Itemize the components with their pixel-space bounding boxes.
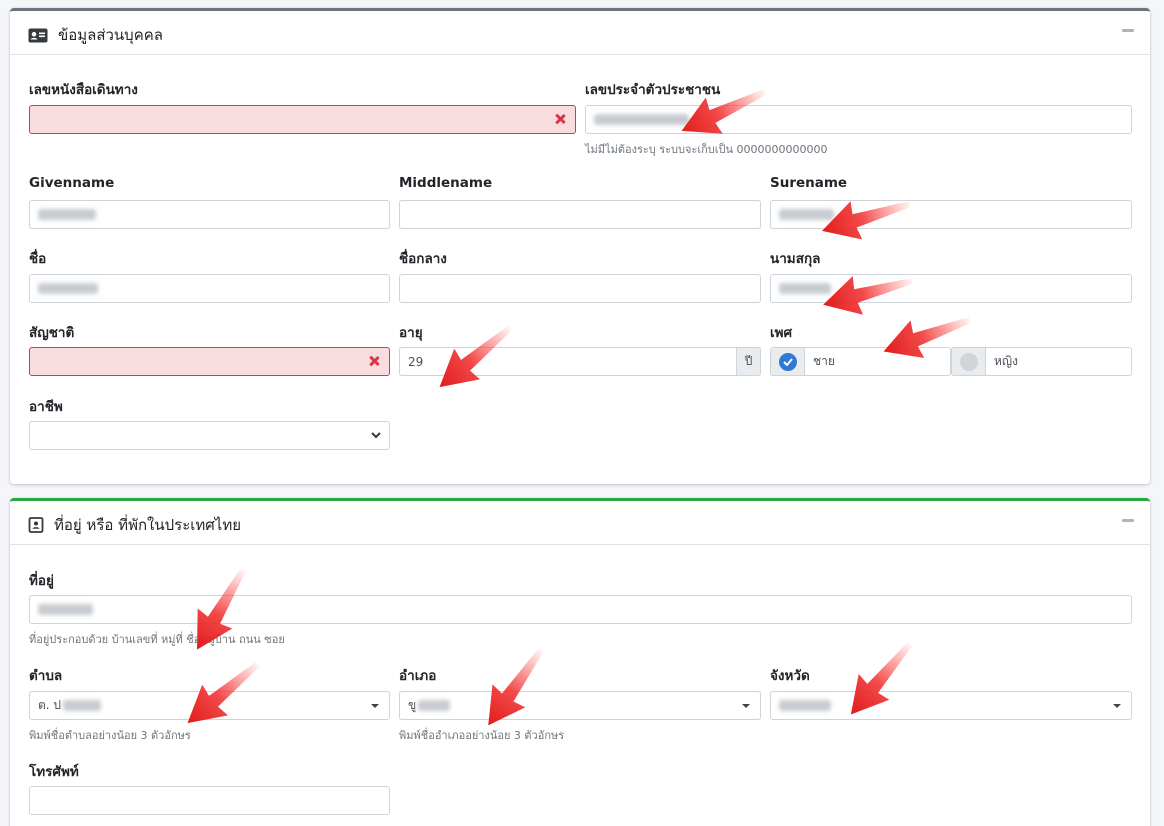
subdistrict-select[interactable]: ต. ป (29, 691, 390, 720)
age-label: อายุ (399, 325, 423, 341)
invalid-x-icon (554, 113, 566, 125)
province-label: จังหวัด (770, 668, 810, 684)
personal-info-title: ข้อมูลส่วนบุคคล (58, 26, 163, 44)
surename-label: Surename (770, 175, 848, 191)
gender-male-radio[interactable] (771, 348, 805, 375)
middlename-label: Middlename (399, 175, 493, 191)
age-unit: ปี (736, 348, 760, 375)
caret-down-icon (1113, 704, 1121, 708)
givenname-label: Givenname (29, 175, 115, 191)
checkmark-icon (778, 352, 797, 371)
gender-female-label: หญิง (994, 354, 1018, 368)
address-title: ที่อยู่ หรือ ที่พักในประเทศไทย (54, 516, 242, 534)
idcard-input[interactable] (585, 105, 1132, 134)
idcard-help: ไม่มีไม่ต้องระบุ ระบบจะเก็บเป็น 00000000… (585, 143, 828, 156)
middlename-th-label: ชื่อกลาง (399, 251, 447, 267)
address-help: ที่อยู่ประกอบด้วย บ้านเลขที่ หมู่ที่ ชื่… (29, 633, 285, 646)
invalid-x-icon (368, 355, 380, 367)
occupation-select[interactable] (29, 421, 390, 450)
gender-label: เพศ (770, 325, 793, 341)
passport-label: เลขหนังสือเดินทาง (29, 82, 138, 98)
phone-input[interactable] (29, 786, 390, 815)
radio-unchecked-icon (959, 352, 978, 371)
id-card-icon (28, 28, 48, 43)
idcard-label: เลขประจำตัวประชาชน (585, 82, 721, 98)
address-input[interactable] (29, 595, 1132, 624)
gender-male-label: ชาย (813, 354, 835, 368)
passport-input[interactable] (29, 105, 576, 134)
caret-down-icon (742, 704, 750, 708)
subdistrict-help: พิมพ์ชื่อตำบลอย่างน้อย 3 ตัวอักษร (29, 729, 191, 742)
nationality-label: สัญชาติ (29, 325, 75, 341)
collapse-personal-button[interactable] (1122, 29, 1134, 32)
gender-female-radio[interactable] (952, 348, 986, 375)
firstname-th-input[interactable] (29, 274, 390, 303)
gender-male-option[interactable]: ชาย (770, 347, 951, 376)
nationality-select[interactable] (29, 347, 390, 376)
province-select[interactable] (770, 691, 1132, 720)
district-select[interactable]: ขู (399, 691, 761, 720)
district-label: อำเภอ (399, 668, 437, 684)
phone-label: โทรศัพท์ (29, 764, 79, 780)
givenname-input[interactable] (29, 200, 390, 229)
personal-info-header: ข้อมูลส่วนบุคคล (10, 11, 1150, 55)
address-card: ที่อยู่ หรือ ที่พักในประเทศไทย (10, 498, 1150, 826)
address-label: ที่อยู่ (29, 573, 54, 589)
collapse-address-button[interactable] (1122, 519, 1134, 522)
address-book-icon (28, 517, 44, 533)
surename-input[interactable] (770, 200, 1132, 229)
middlename-input[interactable] (399, 200, 761, 229)
lastname-th-input[interactable] (770, 274, 1132, 303)
district-help: พิมพ์ชื่ออำเภออย่างน้อย 3 ตัวอักษร (399, 729, 565, 742)
caret-down-icon (371, 704, 379, 708)
age-input[interactable]: 29 ปี (399, 347, 761, 376)
lastname-th-label: นามสกุล (770, 251, 821, 267)
age-value: 29 (408, 354, 424, 369)
personal-info-card: ข้อมูลส่วนบุคคล (10, 8, 1150, 484)
firstname-th-label: ชื่อ (29, 251, 47, 267)
chevron-down-icon (371, 432, 381, 439)
subdistrict-label: ตำบล (29, 668, 63, 684)
gender-female-option[interactable]: หญิง (951, 347, 1132, 376)
address-header: ที่อยู่ หรือ ที่พักในประเทศไทย (10, 501, 1150, 545)
middlename-th-input[interactable] (399, 274, 761, 303)
occupation-label: อาชีพ (29, 399, 63, 415)
